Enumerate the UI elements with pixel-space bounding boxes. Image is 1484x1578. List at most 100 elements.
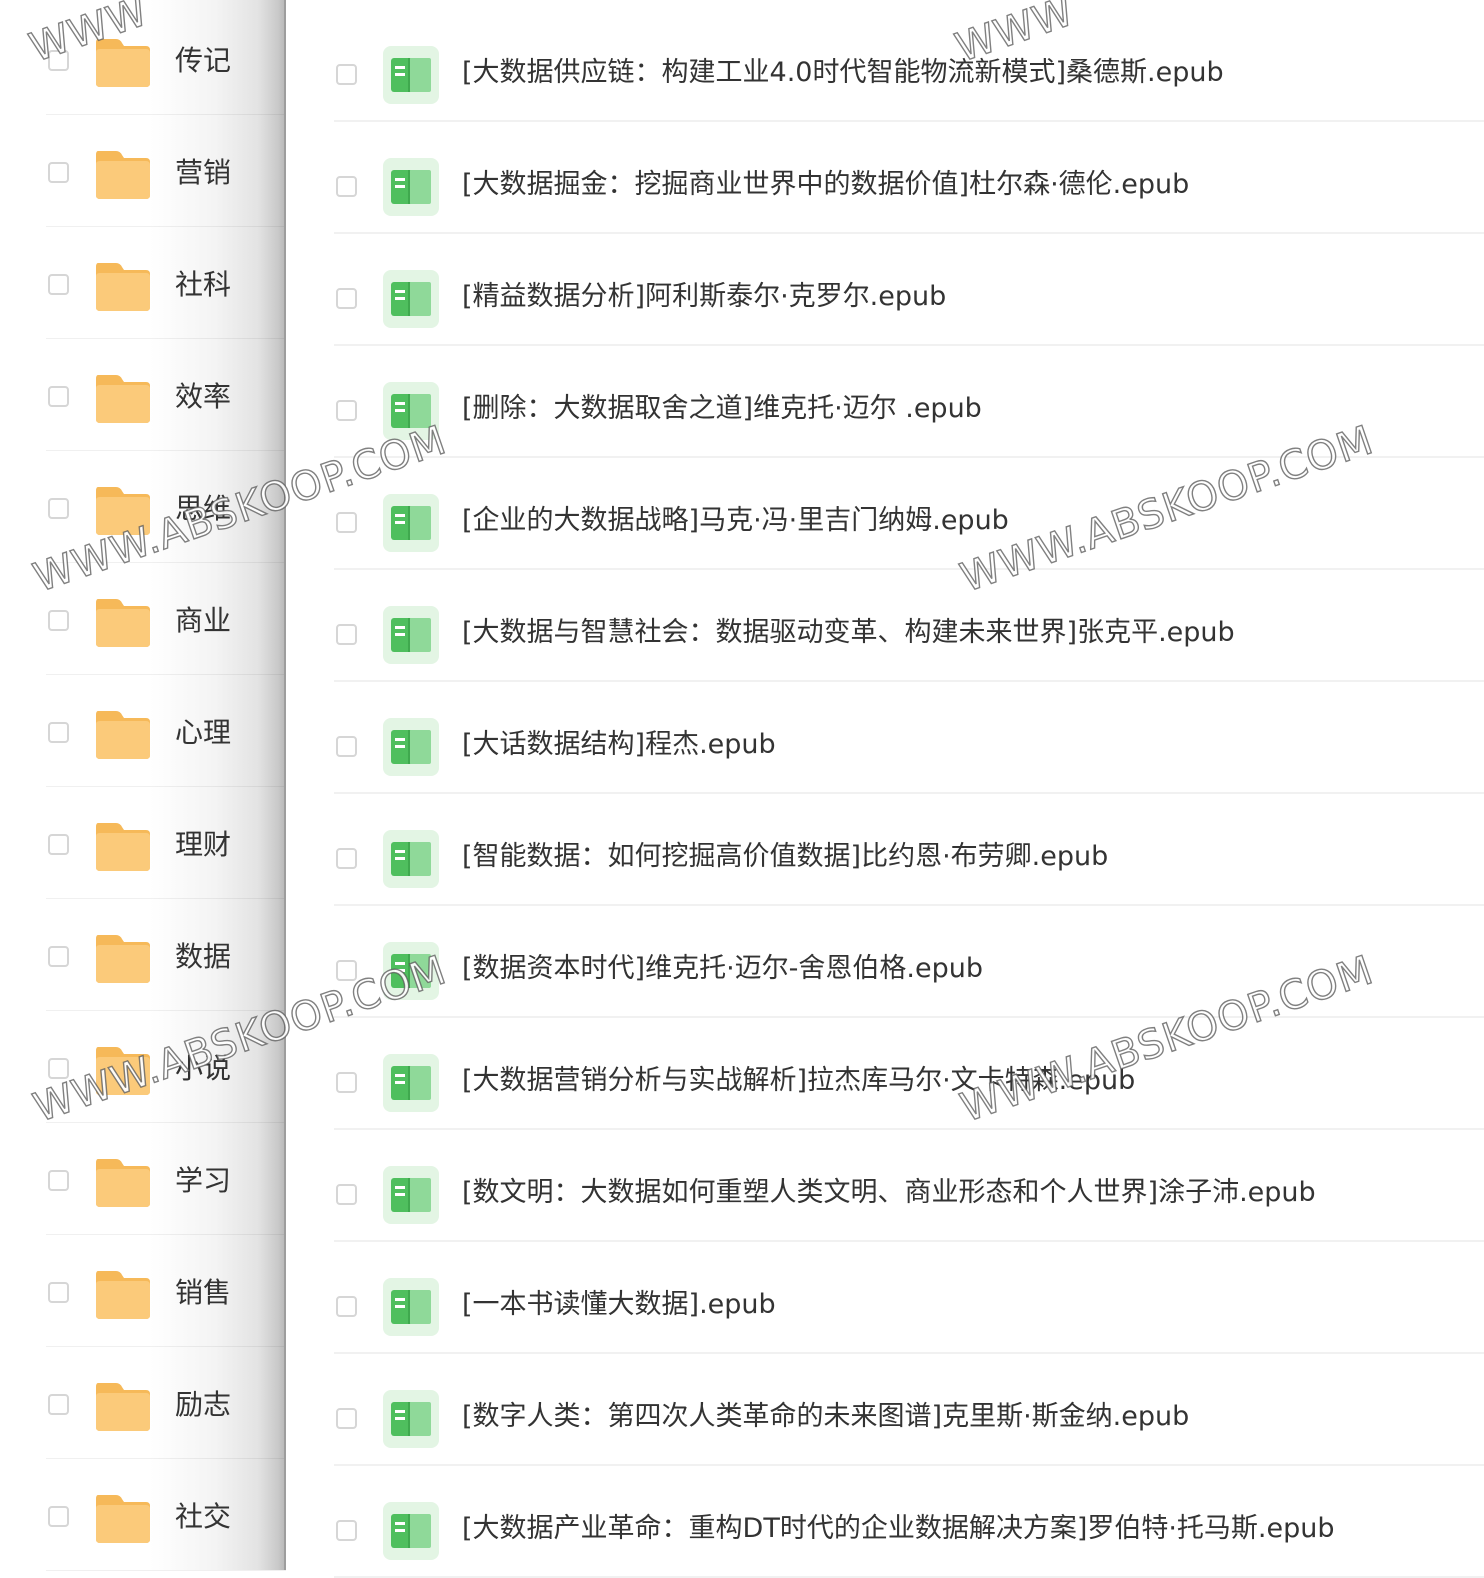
file-name: [大数据与智慧社会：数据驱动变革、构建未来世界]张克平.epub [462,617,1235,648]
folder-checkbox[interactable] [48,610,69,631]
epub-book-icon [383,158,439,216]
file-name: [大话数据结构]程杰.epub [462,729,776,760]
folder-name: 社交 [175,1500,232,1533]
folder-row[interactable]: 励志 [0,1347,286,1459]
file-checkbox[interactable] [336,176,357,197]
folder-name: 社科 [175,268,232,301]
folder-checkbox[interactable] [48,274,69,295]
folder-name: 商业 [175,604,232,637]
folder-icon [94,931,152,985]
epub-book-icon [383,46,439,104]
folder-checkbox[interactable] [48,162,69,183]
folder-row[interactable]: 小说 [0,1011,286,1123]
file-row[interactable]: [删除：大数据取舍之道]维克托·迈尔 .epub [286,346,1484,458]
folder-checkbox[interactable] [48,1058,69,1079]
file-checkbox[interactable] [336,64,357,85]
folder-icon [94,819,152,873]
file-checkbox[interactable] [336,624,357,645]
epub-book-icon [383,942,439,1000]
file-row[interactable]: [一本书读懂大数据].epub [286,1242,1484,1354]
folder-checkbox[interactable] [48,1394,69,1415]
folder-row[interactable]: 传记 [0,3,286,115]
folder-icon [94,371,152,425]
epub-book-icon [383,494,439,552]
folder-row[interactable]: 学习 [0,1123,286,1235]
folder-row[interactable]: 销售 [0,1235,286,1347]
epub-book-icon [383,718,439,776]
folder-icon [94,1155,152,1209]
file-name: [大数据产业革命：重构DT时代的企业数据解决方案]罗伯特·托马斯.epub [462,1513,1335,1544]
file-row[interactable]: [数字人类：第四次人类革命的未来图谱]克里斯·斯金纳.epub [286,1354,1484,1466]
file-row[interactable]: [企业的大数据战略]马克·冯·里吉门纳姆.epub [286,458,1484,570]
file-checkbox[interactable] [336,1072,357,1093]
folder-row[interactable]: 商业 [0,563,286,675]
folder-checkbox[interactable] [48,1282,69,1303]
folder-row[interactable]: 社科 [0,227,286,339]
file-checkbox[interactable] [336,512,357,533]
file-checkbox[interactable] [336,1296,357,1317]
folder-name: 理财 [175,828,232,861]
folder-checkbox[interactable] [48,1506,69,1527]
file-checkbox[interactable] [336,736,357,757]
folder-name: 学习 [175,1164,232,1197]
folder-name: 心理 [175,716,232,749]
folder-checkbox[interactable] [48,386,69,407]
folder-icon [94,1491,152,1545]
folder-checkbox[interactable] [48,498,69,519]
folder-checkbox[interactable] [48,50,69,71]
folder-name: 销售 [175,1276,232,1309]
folder-checkbox[interactable] [48,946,69,967]
file-row[interactable]: [数文明：大数据如何重塑人类文明、商业形态和个人世界]涂子沛.epub [286,1130,1484,1242]
file-name: [精益数据分析]阿利斯泰尔·克罗尔.epub [462,281,947,312]
file-row[interactable]: [精益数据分析]阿利斯泰尔·克罗尔.epub [286,234,1484,346]
file-row[interactable]: [智能数据：如何挖掘高价值数据]比约恩·布劳卿.epub [286,794,1484,906]
folder-checkbox[interactable] [48,722,69,743]
epub-book-icon [383,1166,439,1224]
file-name: [数文明：大数据如何重塑人类文明、商业形态和个人世界]涂子沛.epub [462,1177,1316,1208]
file-name: [删除：大数据取舍之道]维克托·迈尔 .epub [462,393,982,424]
file-row[interactable]: [大数据营销分析与实战解析]拉杰库马尔·文卡特森.epub [286,1018,1484,1130]
folder-row[interactable]: 思维 [0,451,286,563]
file-checkbox[interactable] [336,288,357,309]
folder-checkbox[interactable] [48,834,69,855]
file-row[interactable]: [数据资本时代]维克托·迈尔-舍恩伯格.epub [286,906,1484,1018]
epub-book-icon [383,1390,439,1448]
folder-icon [94,1379,152,1433]
file-row[interactable]: [大数据产业革命：重构DT时代的企业数据解决方案]罗伯特·托马斯.epub [286,1466,1484,1578]
folder-checkbox[interactable] [48,1170,69,1191]
folder-name: 营销 [175,156,232,189]
file-row[interactable]: [大数据供应链：构建工业4.0时代智能物流新模式]桑德斯.epub [286,10,1484,122]
folder-icon [94,707,152,761]
file-name: [智能数据：如何挖掘高价值数据]比约恩·布劳卿.epub [462,841,1109,872]
file-row[interactable]: [大话数据结构]程杰.epub [286,682,1484,794]
epub-book-icon [383,270,439,328]
file-checkbox[interactable] [336,1408,357,1429]
folder-row[interactable]: 社交 [0,1459,286,1571]
folder-row[interactable]: 营销 [0,115,286,227]
file-checkbox[interactable] [336,848,357,869]
folder-name: 传记 [175,44,232,77]
folder-icon [94,259,152,313]
file-row[interactable]: [大数据与智慧社会：数据驱动变革、构建未来世界]张克平.epub [286,570,1484,682]
folder-name: 励志 [175,1388,232,1421]
folder-name: 小说 [175,1052,232,1085]
epub-book-icon [383,1278,439,1336]
folder-row[interactable]: 数据 [0,899,286,1011]
folder-icon [94,147,152,201]
row-divider [46,1570,286,1571]
file-checkbox[interactable] [336,960,357,981]
file-checkbox[interactable] [336,400,357,421]
file-name: [一本书读懂大数据].epub [462,1289,776,1320]
file-row[interactable]: [大数据掘金：挖掘商业世界中的数据价值]杜尔森·德伦.epub [286,122,1484,234]
folder-row[interactable]: 理财 [0,787,286,899]
epub-book-icon [383,382,439,440]
folder-row[interactable]: 效率 [0,339,286,451]
folder-row[interactable]: 心理 [0,675,286,787]
file-name: [大数据供应链：构建工业4.0时代智能物流新模式]桑德斯.epub [462,57,1224,88]
file-checkbox[interactable] [336,1184,357,1205]
epub-book-icon [383,830,439,888]
folder-icon [94,595,152,649]
file-checkbox[interactable] [336,1520,357,1541]
folder-icon [94,483,152,537]
epub-book-icon [383,606,439,664]
